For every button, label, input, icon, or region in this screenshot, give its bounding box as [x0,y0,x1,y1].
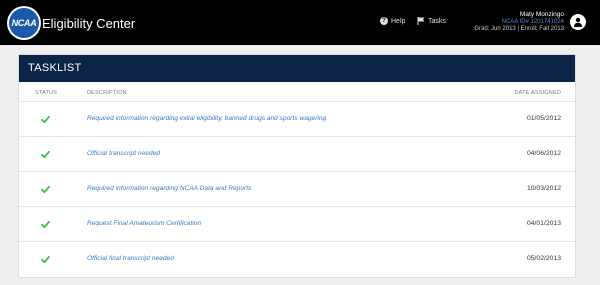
tasklist-title: TASKLIST [19,55,575,82]
task-description-link[interactable]: Required information regarding NCAA Data… [87,185,251,192]
user-info: Maty Monzingo NCAA ID# 1201741024 Grad: … [474,11,564,34]
task-rows: Required information regarding initial e… [19,102,575,277]
checkmark-icon [41,220,50,229]
checkmark-icon [41,255,50,264]
task-description-link[interactable]: Official transcript needed [87,150,160,157]
task-date-assigned: 04/06/2012 [526,150,561,157]
task-date-assigned: 04/01/2013 [526,220,561,227]
ncaa-logo[interactable]: NCAA [7,6,41,40]
table-header-row: STATUS DESCRIPTION DATE ASSIGNED [19,82,575,102]
column-header-description: DESCRIPTION [87,90,127,96]
tasklist-panel: TASKLIST STATUS DESCRIPTION DATE ASSIGNE… [18,54,576,278]
user-ncaa-id[interactable]: NCAA ID# 1201741024 [474,19,564,27]
column-header-date-assigned: DATE ASSIGNED [514,90,561,96]
task-description-link[interactable]: Official final transcript needed [87,255,174,262]
table-row: Required information regarding initial e… [19,102,575,137]
task-date-assigned: 05/02/2013 [526,255,561,262]
task-date-assigned: 10/03/2012 [526,185,561,192]
table-row: Request Final Amateurism Certification 0… [19,207,575,242]
ncaa-logo-disc: NCAA [9,8,39,38]
app-title: Eligibility Center [42,16,136,31]
checkmark-icon [41,185,50,194]
table-row: Official transcript needed 04/06/2012 [19,137,575,172]
task-date-assigned: 01/05/2012 [526,115,561,122]
tasks-link[interactable]: Tasks [417,17,446,25]
checkmark-icon [41,115,50,124]
table-row: Required information regarding NCAA Data… [19,172,575,207]
task-description-link[interactable]: Request Final Amateurism Certification [87,220,201,227]
help-link[interactable]: ? Help [380,17,405,25]
column-header-status: STATUS [35,90,58,96]
help-label: Help [391,17,406,25]
flag-icon [417,17,425,25]
tasks-label: Tasks [428,17,446,25]
avatar[interactable] [570,14,586,30]
user-icon [574,17,582,27]
user-grad-enroll-dates: Grad: Jun 2013 | Enroll: Fall 2013 [474,26,564,32]
checkmark-icon [41,150,50,159]
help-circle-icon: ? [380,17,388,25]
user-name: Maty Monzingo [519,11,564,18]
table-row: Official final transcript needed 05/02/2… [19,242,575,277]
top-navigation-bar: NCAA Eligibility Center ? Help Tasks Mat… [0,0,600,45]
task-description-link[interactable]: Required information regarding initial e… [87,115,326,122]
ncaa-logo-text: NCAA [11,18,37,28]
